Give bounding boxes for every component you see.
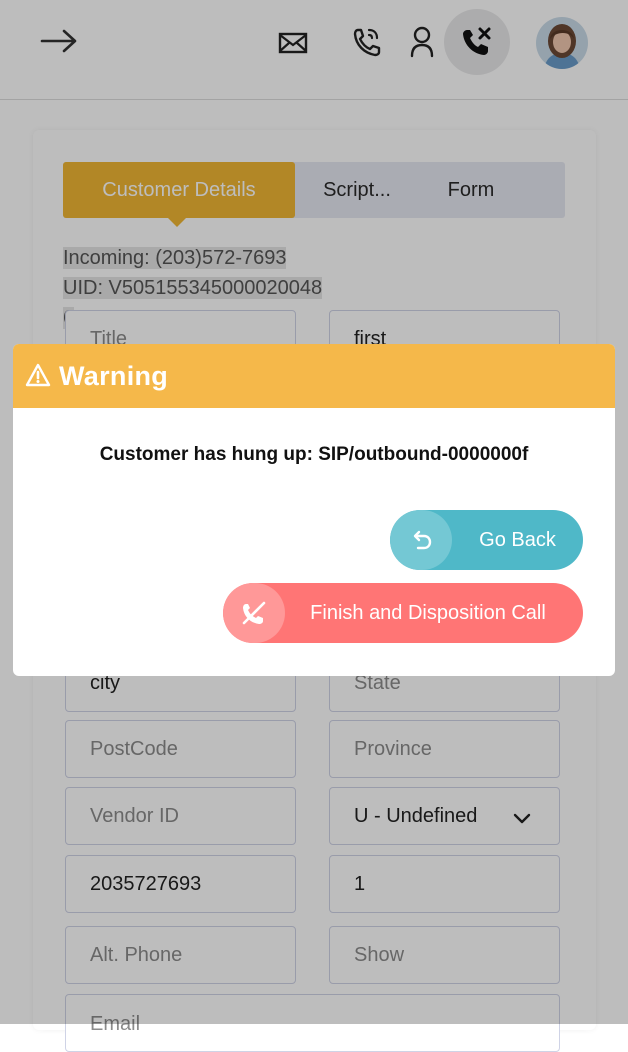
- dialog-title: Warning: [59, 361, 169, 391]
- page: Customer Details Script... Form Incoming…: [0, 0, 628, 1052]
- dialog-header: Warning: [13, 344, 615, 408]
- dialog-message: Customer has hung up: SIP/outbound-00000…: [99, 444, 529, 465]
- undo-icon: [390, 510, 452, 570]
- finish-disposition-label: Finish and Disposition Call: [310, 601, 546, 624]
- phone-off-icon: [223, 583, 285, 643]
- go-back-label: Go Back: [479, 528, 556, 551]
- go-back-button[interactable]: Go Back: [390, 510, 583, 570]
- finish-disposition-button[interactable]: Finish and Disposition Call: [223, 583, 583, 643]
- warning-dialog: Warning Customer has hung up: SIP/outbou…: [13, 344, 615, 676]
- warning-icon: [25, 363, 51, 392]
